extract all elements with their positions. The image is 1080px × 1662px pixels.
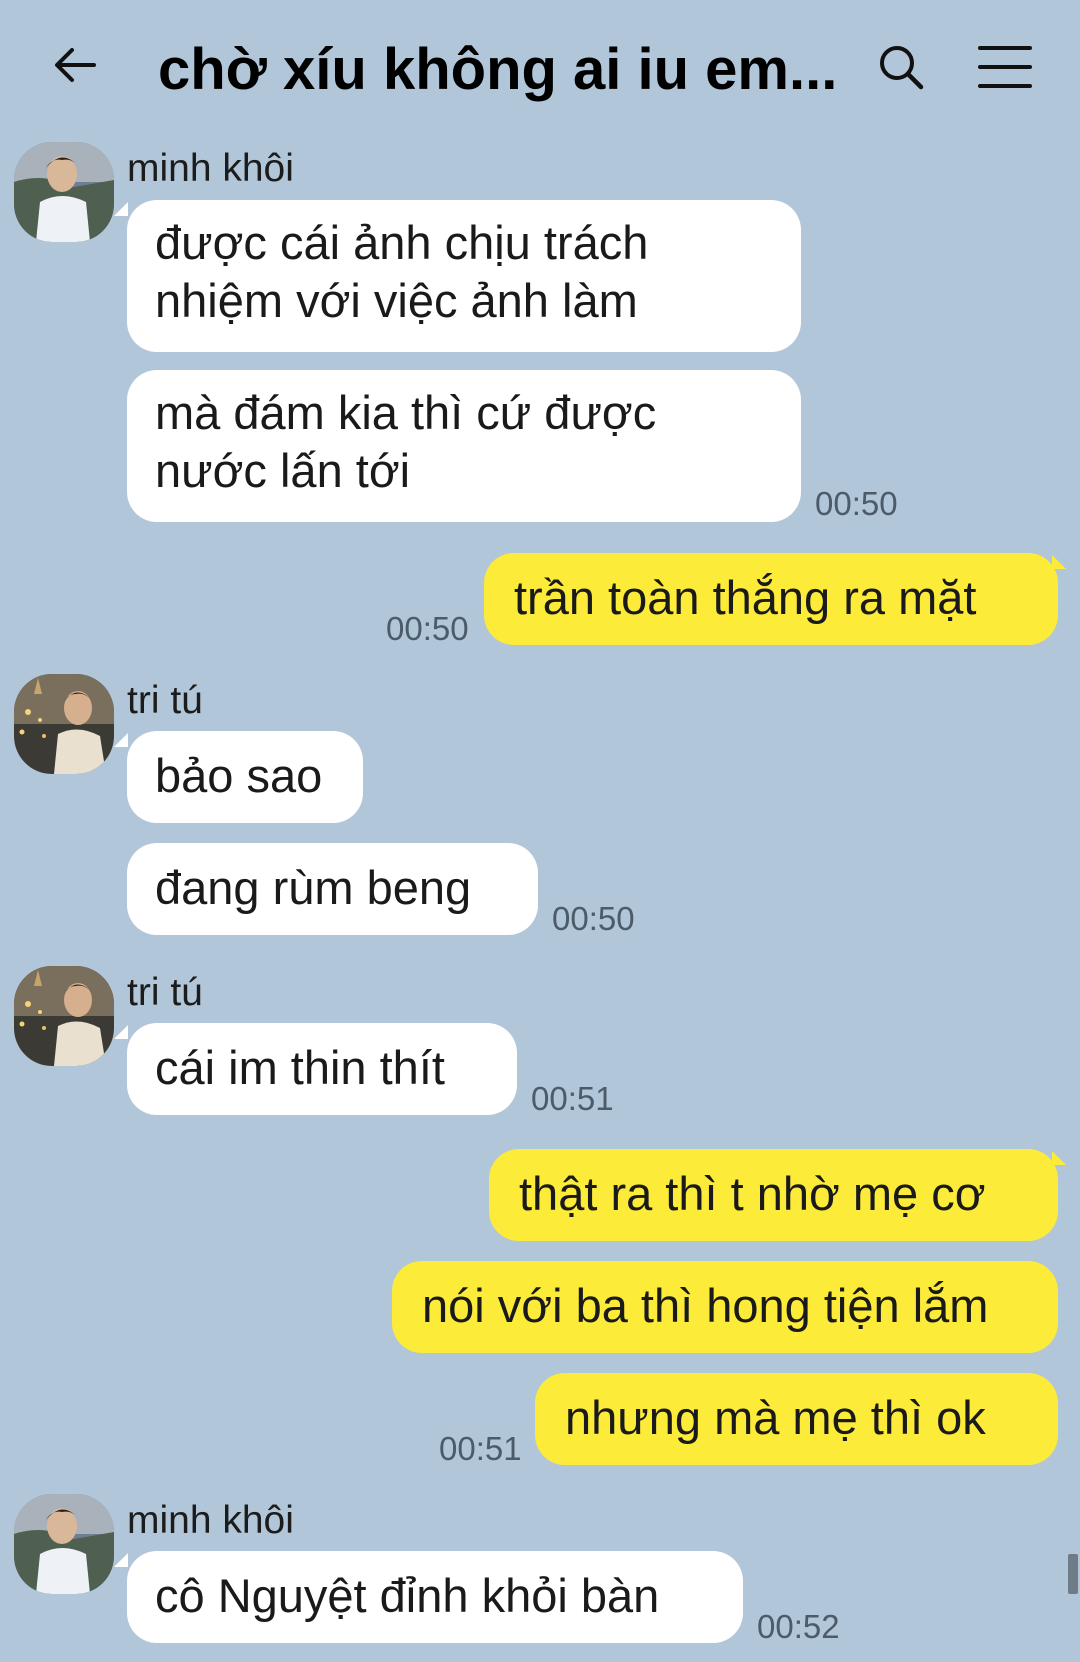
message-time: 00:50 — [552, 900, 635, 937]
message-bubble-incoming[interactable]: mà đám kia thì cứ được nước lấn tới — [127, 370, 801, 522]
message-bubble-outgoing[interactable]: thật ra thì t nhờ mẹ cơ — [489, 1149, 1058, 1241]
message-bubble-outgoing[interactable]: trần toàn thắng ra mặt — [484, 553, 1058, 645]
sender-name: tri tú — [127, 971, 203, 1014]
message-bubble-incoming[interactable]: cái im thin thít — [127, 1023, 517, 1115]
avatar-minh-khoi[interactable] — [14, 142, 114, 242]
avatar-tri-tu[interactable] — [14, 966, 114, 1066]
message-bubble-incoming[interactable]: đang rùm beng — [127, 843, 538, 935]
avatar-tri-tu[interactable] — [14, 674, 114, 774]
message-bubble-outgoing[interactable]: nhưng mà mẹ thì ok — [535, 1373, 1058, 1465]
message-time: 00:50 — [386, 610, 469, 647]
message-bubble-incoming[interactable]: được cái ảnh chịu trách nhiệm với việc ả… — [127, 200, 801, 352]
hamburger-menu-icon[interactable] — [978, 44, 1032, 90]
message-time: 00:50 — [815, 485, 898, 522]
bubble-tail — [114, 202, 128, 216]
sender-name: minh khôi — [127, 1499, 294, 1542]
bubble-tail — [1052, 555, 1066, 569]
bubble-tail — [114, 1553, 128, 1567]
message-time: 00:51 — [439, 1430, 522, 1467]
arrow-left-icon[interactable] — [50, 40, 100, 90]
message-bubble-outgoing[interactable]: nói với ba thì hong tiện lắm — [392, 1261, 1058, 1353]
message-time: 00:51 — [531, 1080, 614, 1117]
bubble-tail — [114, 1025, 128, 1039]
avatar-minh-khoi[interactable] — [14, 1494, 114, 1594]
bubble-tail — [1052, 1151, 1066, 1165]
message-bubble-incoming[interactable]: bảo sao — [127, 731, 363, 823]
sender-name: tri tú — [127, 679, 203, 722]
chat-title[interactable]: chờ xíu không ai iu em... — [158, 32, 837, 108]
sender-name: minh khôi — [127, 147, 294, 190]
search-icon[interactable] — [876, 42, 926, 92]
message-time: 00:52 — [757, 1608, 840, 1645]
chat-header: chờ xíu không ai iu em... — [0, 0, 1080, 140]
message-bubble-incoming[interactable]: cô Nguyệt đỉnh khỏi bàn — [127, 1551, 743, 1643]
scrollbar-thumb[interactable] — [1068, 1554, 1078, 1594]
bubble-tail — [114, 733, 128, 747]
